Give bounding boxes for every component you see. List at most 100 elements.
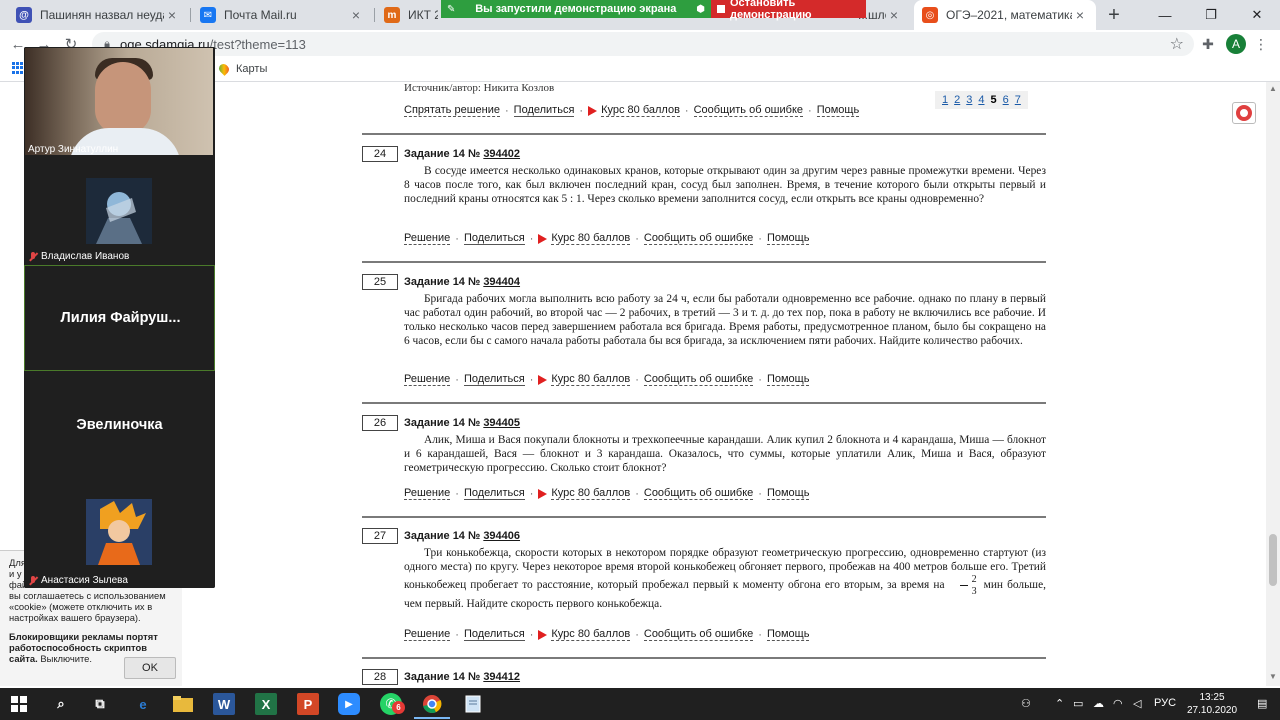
close-tab-icon[interactable]: × (1072, 7, 1088, 23)
report-error-link[interactable]: Сообщить об ошибке (643, 487, 754, 500)
close-tab-icon[interactable]: × (348, 7, 364, 23)
tab-mail[interactable]: ✉ Почта Mail.ru × (192, 0, 372, 30)
participant-tile[interactable]: Артур Зиннатуллин (24, 47, 215, 157)
task-view-icon[interactable]: ⧉ (89, 693, 111, 715)
page-link[interactable]: 4 (975, 94, 987, 106)
cookie-text: вы соглашаетесь с использованием (9, 590, 166, 601)
extensions-puzzle-icon[interactable]: ✚ (1199, 35, 1217, 53)
report-error-link[interactable]: Сообщить об ошибке (693, 104, 804, 117)
pin-icon[interactable]: ✎ (447, 4, 455, 15)
tab-oge-active[interactable]: ◎ ОГЭ–2021, математика: зад... × (914, 0, 1096, 30)
file-explorer-icon[interactable] (172, 693, 194, 715)
close-window-button[interactable]: ✕ (1234, 0, 1280, 30)
share-link[interactable]: Поделиться (463, 487, 525, 500)
page-link[interactable]: 6 (1000, 94, 1012, 106)
solution-link[interactable]: Решение (404, 487, 451, 500)
course-link[interactable]: Курс 80 баллов (551, 628, 631, 641)
task-id-link[interactable]: 394402 (483, 148, 520, 160)
maximize-button[interactable]: ❐ (1188, 0, 1234, 30)
report-error-link[interactable]: Сообщить об ошибке (643, 232, 754, 245)
volume-icon[interactable]: ◁ (1133, 697, 1141, 710)
new-tab-button[interactable]: + (1103, 4, 1125, 26)
help-link[interactable]: Помощь (766, 373, 810, 386)
system-clock[interactable]: 13:25 27.10.2020 (1187, 691, 1237, 717)
report-error-link[interactable]: Сообщить об ошибке (643, 628, 754, 641)
task-title: Задание 14 № 394402 (404, 148, 520, 160)
task-text: В сосуде имеется несколько одинаковых кр… (404, 165, 1046, 205)
clock-time: 13:25 (1199, 692, 1225, 703)
notifications-icon[interactable]: ▤ (1257, 697, 1267, 710)
course-link[interactable]: Курс 80 баллов (551, 487, 631, 500)
task-id-link[interactable]: 394404 (483, 276, 520, 288)
chrome-icon[interactable] (421, 693, 443, 715)
share-link[interactable]: Поделиться (463, 628, 525, 641)
scroll-up-icon[interactable]: ▲ (1269, 84, 1277, 93)
battery-icon[interactable]: ▭ (1073, 697, 1083, 710)
minimize-button[interactable]: — (1142, 0, 1188, 30)
participant-tile[interactable]: Владислав Иванов (24, 158, 215, 264)
task-title-label: Задание 14 № (404, 671, 481, 683)
onedrive-icon[interactable]: ☁ (1093, 697, 1104, 710)
tab-pashinyan[interactable]: @ Пашинян назвал неудачей ... × (8, 0, 188, 30)
scrollbar-thumb[interactable] (1269, 534, 1277, 586)
edge-icon[interactable]: e (132, 693, 154, 715)
page-link[interactable]: 7 (1012, 94, 1024, 106)
language-indicator[interactable]: РУС (1154, 697, 1176, 709)
word-icon[interactable]: W (213, 693, 235, 715)
tab-ikt[interactable]: m ИКТ 2 по... (376, 0, 446, 30)
address-bar[interactable]: 🔒︎ oge.sdamgia.ru /test?theme=113 ☆ (92, 32, 1194, 56)
page-link[interactable]: 3 (963, 94, 975, 106)
stop-screen-share-button[interactable]: Остановить демонстрацию (711, 0, 866, 21)
task-text-part: Три конькобежца, скорости которых в неко… (404, 547, 1046, 592)
help-link[interactable]: Помощь (816, 104, 860, 117)
tray-chevron-icon[interactable]: ⌃ (1055, 697, 1064, 710)
share-link[interactable]: Поделиться (463, 232, 525, 245)
cookie-ok-button[interactable]: OK (124, 657, 176, 679)
participant-tile[interactable]: Эвелиночка (24, 372, 215, 478)
solution-link[interactable]: Решение (404, 628, 451, 641)
solution-link[interactable]: Решение (404, 373, 451, 386)
course-link[interactable]: Курс 80 баллов (551, 232, 631, 245)
video-participants-panel[interactable]: Артур Зиннатуллин Владислав Иванов Лилия… (24, 47, 215, 588)
powerpoint-icon[interactable]: P (297, 693, 319, 715)
screen-share-status: ✎ Вы запустили демонстрацию экрана ⬢ (441, 0, 711, 18)
task-id-link[interactable]: 394412 (483, 671, 520, 683)
task-number: 24 (362, 146, 398, 162)
wifi-icon[interactable]: ◠ (1113, 697, 1123, 710)
participant-tile[interactable]: Анастасия Зылева (24, 479, 215, 588)
help-link[interactable]: Помощь (766, 487, 810, 500)
course-link[interactable]: Курс 80 баллов (601, 104, 680, 117)
help-link[interactable]: Помощь (766, 628, 810, 641)
page-scrollbar[interactable]: ▲ ▼ (1266, 82, 1280, 686)
bookmark-star-icon[interactable]: ☆ (1170, 34, 1184, 54)
whatsapp-icon[interactable]: ✆ 6 (380, 693, 405, 715)
close-tab-icon[interactable]: × (164, 7, 180, 23)
menu-kebab-icon[interactable]: ⋮ (1252, 35, 1270, 53)
people-icon[interactable]: ⚇ (1021, 697, 1031, 710)
windows-start-icon[interactable] (8, 693, 30, 715)
page-link[interactable]: 1 (939, 94, 951, 106)
bookmark-maps[interactable]: Карты (217, 62, 267, 76)
tab-title: ИКТ 2 по... (408, 8, 438, 22)
close-tab-icon[interactable]: × (886, 7, 902, 23)
task-id-link[interactable]: 394406 (483, 530, 520, 542)
hide-solution-link[interactable]: Спрятать решение (404, 104, 500, 117)
profile-avatar[interactable]: A (1226, 34, 1246, 54)
apps-grid-icon[interactable] (12, 62, 24, 74)
help-link[interactable]: Помощь (766, 232, 810, 245)
solution-link[interactable]: Решение (404, 232, 451, 245)
course-link[interactable]: Курс 80 баллов (551, 373, 631, 386)
notepad-icon[interactable] (462, 693, 484, 715)
share-link[interactable]: Поделиться (513, 104, 575, 117)
help-lifebuoy-button[interactable] (1232, 102, 1256, 124)
search-icon[interactable]: ⌕ (50, 693, 72, 715)
share-link[interactable]: Поделиться (463, 373, 525, 386)
participant-tile-active[interactable]: Лилия Файруш... (24, 265, 215, 371)
scroll-down-icon[interactable]: ▼ (1269, 672, 1277, 681)
zoom-icon[interactable]: ▶ (338, 693, 360, 715)
report-error-link[interactable]: Сообщить об ошибке (643, 373, 754, 386)
task-id-link[interactable]: 394405 (483, 417, 520, 429)
excel-icon[interactable]: X (255, 693, 277, 715)
page-link[interactable]: 2 (951, 94, 963, 106)
play-icon (538, 629, 548, 640)
